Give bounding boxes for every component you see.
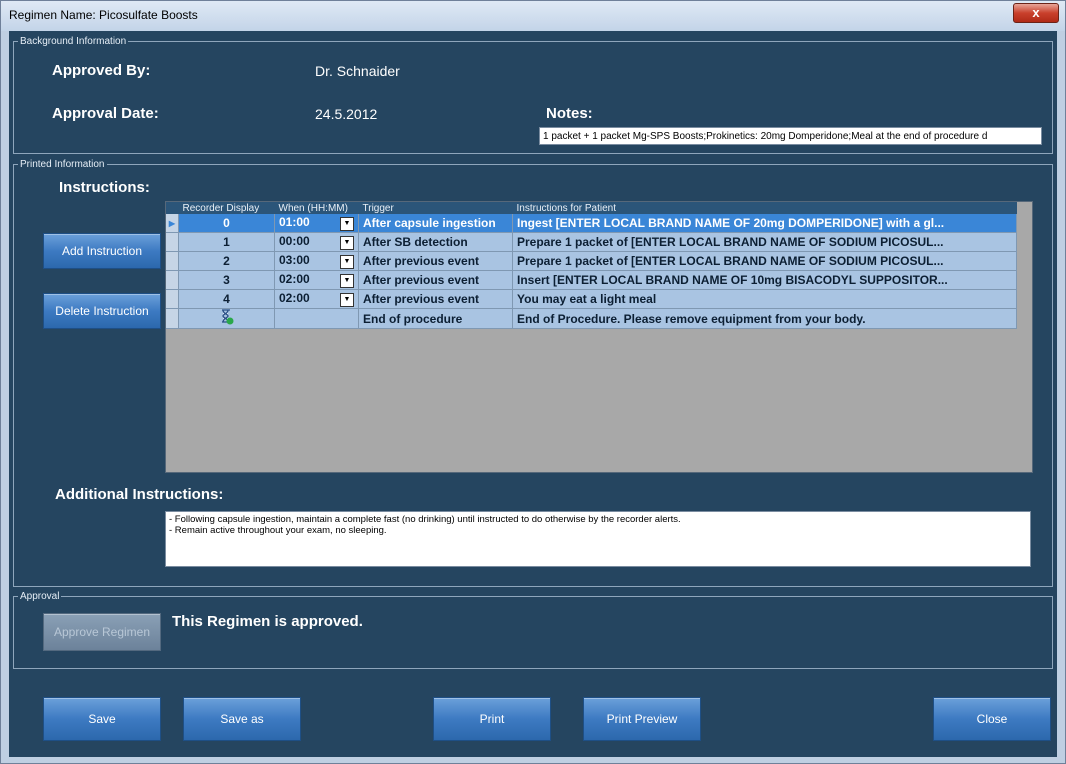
table-row[interactable]: 3 02:00 ▼ After previous event Insert [EN… [166,270,1017,290]
title-bar: Regimen Name: Picosulfate Boosts x [1,1,1065,31]
close-button[interactable]: Close [933,697,1051,741]
client-area: Background Information Approved By: Dr. … [9,31,1057,757]
cell-instruction[interactable]: Ingest [ENTER LOCAL BRAND NAME OF 20mg D… [512,214,1017,233]
chevron-down-icon[interactable]: ▼ [340,255,354,269]
table-row[interactable]: ▶ 0 01:00 ▼ After capsule ingestion Inges… [166,214,1017,233]
column-header-recorder-display[interactable]: Recorder Display [178,202,275,214]
save-button[interactable]: Save [43,697,161,741]
when-value: 00:00 [279,234,310,248]
cell-when[interactable]: 02:00 ▼ [274,289,359,309]
cell-display[interactable]: 4 [178,289,275,309]
notes-field[interactable]: 1 packet + 1 packet Mg-SPS Boosts;Prokin… [539,127,1042,145]
approval-group: Approval [13,591,1053,669]
additional-instructions-field[interactable]: - Following capsule ingestion, maintain … [165,511,1031,567]
print-preview-button[interactable]: Print Preview [583,697,701,741]
cell-when[interactable]: 02:00 ▼ [274,270,359,290]
column-header-instructions[interactable]: Instructions for Patient [512,202,1017,214]
approval-date-label: Approval Date: [52,105,159,122]
grid-header-row: Recorder Display When (HH:MM) Trigger In… [166,202,1017,214]
cell-trigger[interactable]: After previous event [358,270,513,290]
cell-when[interactable] [274,308,359,329]
chevron-down-icon[interactable]: ▼ [340,293,354,307]
cell-instruction[interactable]: Prepare 1 packet of [ENTER LOCAL BRAND N… [512,232,1017,252]
cell-instruction[interactable]: Prepare 1 packet of [ENTER LOCAL BRAND N… [512,251,1017,271]
instructions-label: Instructions: [59,179,150,196]
chevron-down-icon[interactable]: ▼ [340,236,354,250]
cell-display[interactable] [178,308,275,329]
when-value: 02:00 [279,272,310,286]
cell-display[interactable]: 0 [178,214,275,233]
additional-line: - Remain active throughout your exam, no… [169,525,387,536]
table-row[interactable]: End of procedure End of Procedure. Pleas… [166,308,1017,329]
cell-display[interactable]: 3 [178,270,275,290]
when-value: 01:00 [279,215,310,229]
cell-trigger[interactable]: After previous event [358,289,513,309]
print-button[interactable]: Print [433,697,551,741]
cell-when[interactable]: 00:00 ▼ [274,232,359,252]
cell-instruction[interactable]: You may eat a light meal [512,289,1017,309]
notes-label: Notes: [546,105,593,122]
column-header-when[interactable]: When (HH:MM) [274,202,359,214]
row-pointer-icon: ▶ [166,214,179,233]
table-row[interactable]: 1 00:00 ▼ After SB detection Prepare 1 pa… [166,232,1017,252]
hourglass-check-icon [221,309,233,325]
row-header [166,232,179,252]
window-title: Regimen Name: Picosulfate Boosts [9,8,198,22]
cell-when[interactable]: 03:00 ▼ [274,251,359,271]
add-instruction-button[interactable]: Add Instruction [43,233,161,269]
table-row[interactable]: 2 03:00 ▼ After previous event Prepare 1 … [166,251,1017,271]
approval-legend: Approval [20,591,60,602]
when-value: 03:00 [279,253,310,267]
row-header [166,289,179,309]
cell-instruction[interactable]: Insert [ENTER LOCAL BRAND NAME OF 10mg B… [512,270,1017,290]
approval-status-text: This Regimen is approved. [172,613,363,630]
row-header-corner [166,202,179,214]
instructions-grid: Recorder Display When (HH:MM) Trigger In… [165,201,1033,473]
cell-instruction[interactable]: End of Procedure. Please remove equipmen… [512,308,1017,329]
approved-by-label: Approved By: [52,62,151,79]
table-row[interactable]: 4 02:00 ▼ After previous event You may ea… [166,289,1017,309]
cell-trigger[interactable]: After SB detection [358,232,513,252]
cell-trigger[interactable]: After previous event [358,251,513,271]
when-value: 02:00 [279,291,310,305]
save-as-button[interactable]: Save as [183,697,301,741]
background-info-legend: Background Information [20,36,127,47]
row-header [166,251,179,271]
row-header [166,270,179,290]
delete-instruction-button[interactable]: Delete Instruction [43,293,161,329]
regimen-window: Regimen Name: Picosulfate Boosts x Backg… [0,0,1066,764]
cell-when[interactable]: 01:00 ▼ [274,214,359,233]
row-header [166,308,179,329]
printed-info-legend: Printed Information [20,159,105,170]
column-header-trigger[interactable]: Trigger [358,202,513,214]
cell-trigger[interactable]: After capsule ingestion [358,214,513,233]
chevron-down-icon[interactable]: ▼ [340,274,354,288]
cell-display[interactable]: 2 [178,251,275,271]
window-close-button[interactable]: x [1013,3,1059,23]
approve-regimen-button[interactable]: Approve Regimen [43,613,161,651]
additional-line: - Following capsule ingestion, maintain … [169,514,681,525]
cell-display[interactable]: 1 [178,232,275,252]
additional-instructions-label: Additional Instructions: [55,486,224,503]
approval-date-value: 24.5.2012 [315,106,378,122]
cell-trigger[interactable]: End of procedure [358,308,513,329]
chevron-down-icon[interactable]: ▼ [340,217,354,231]
approved-by-value: Dr. Schnaider [315,63,400,79]
